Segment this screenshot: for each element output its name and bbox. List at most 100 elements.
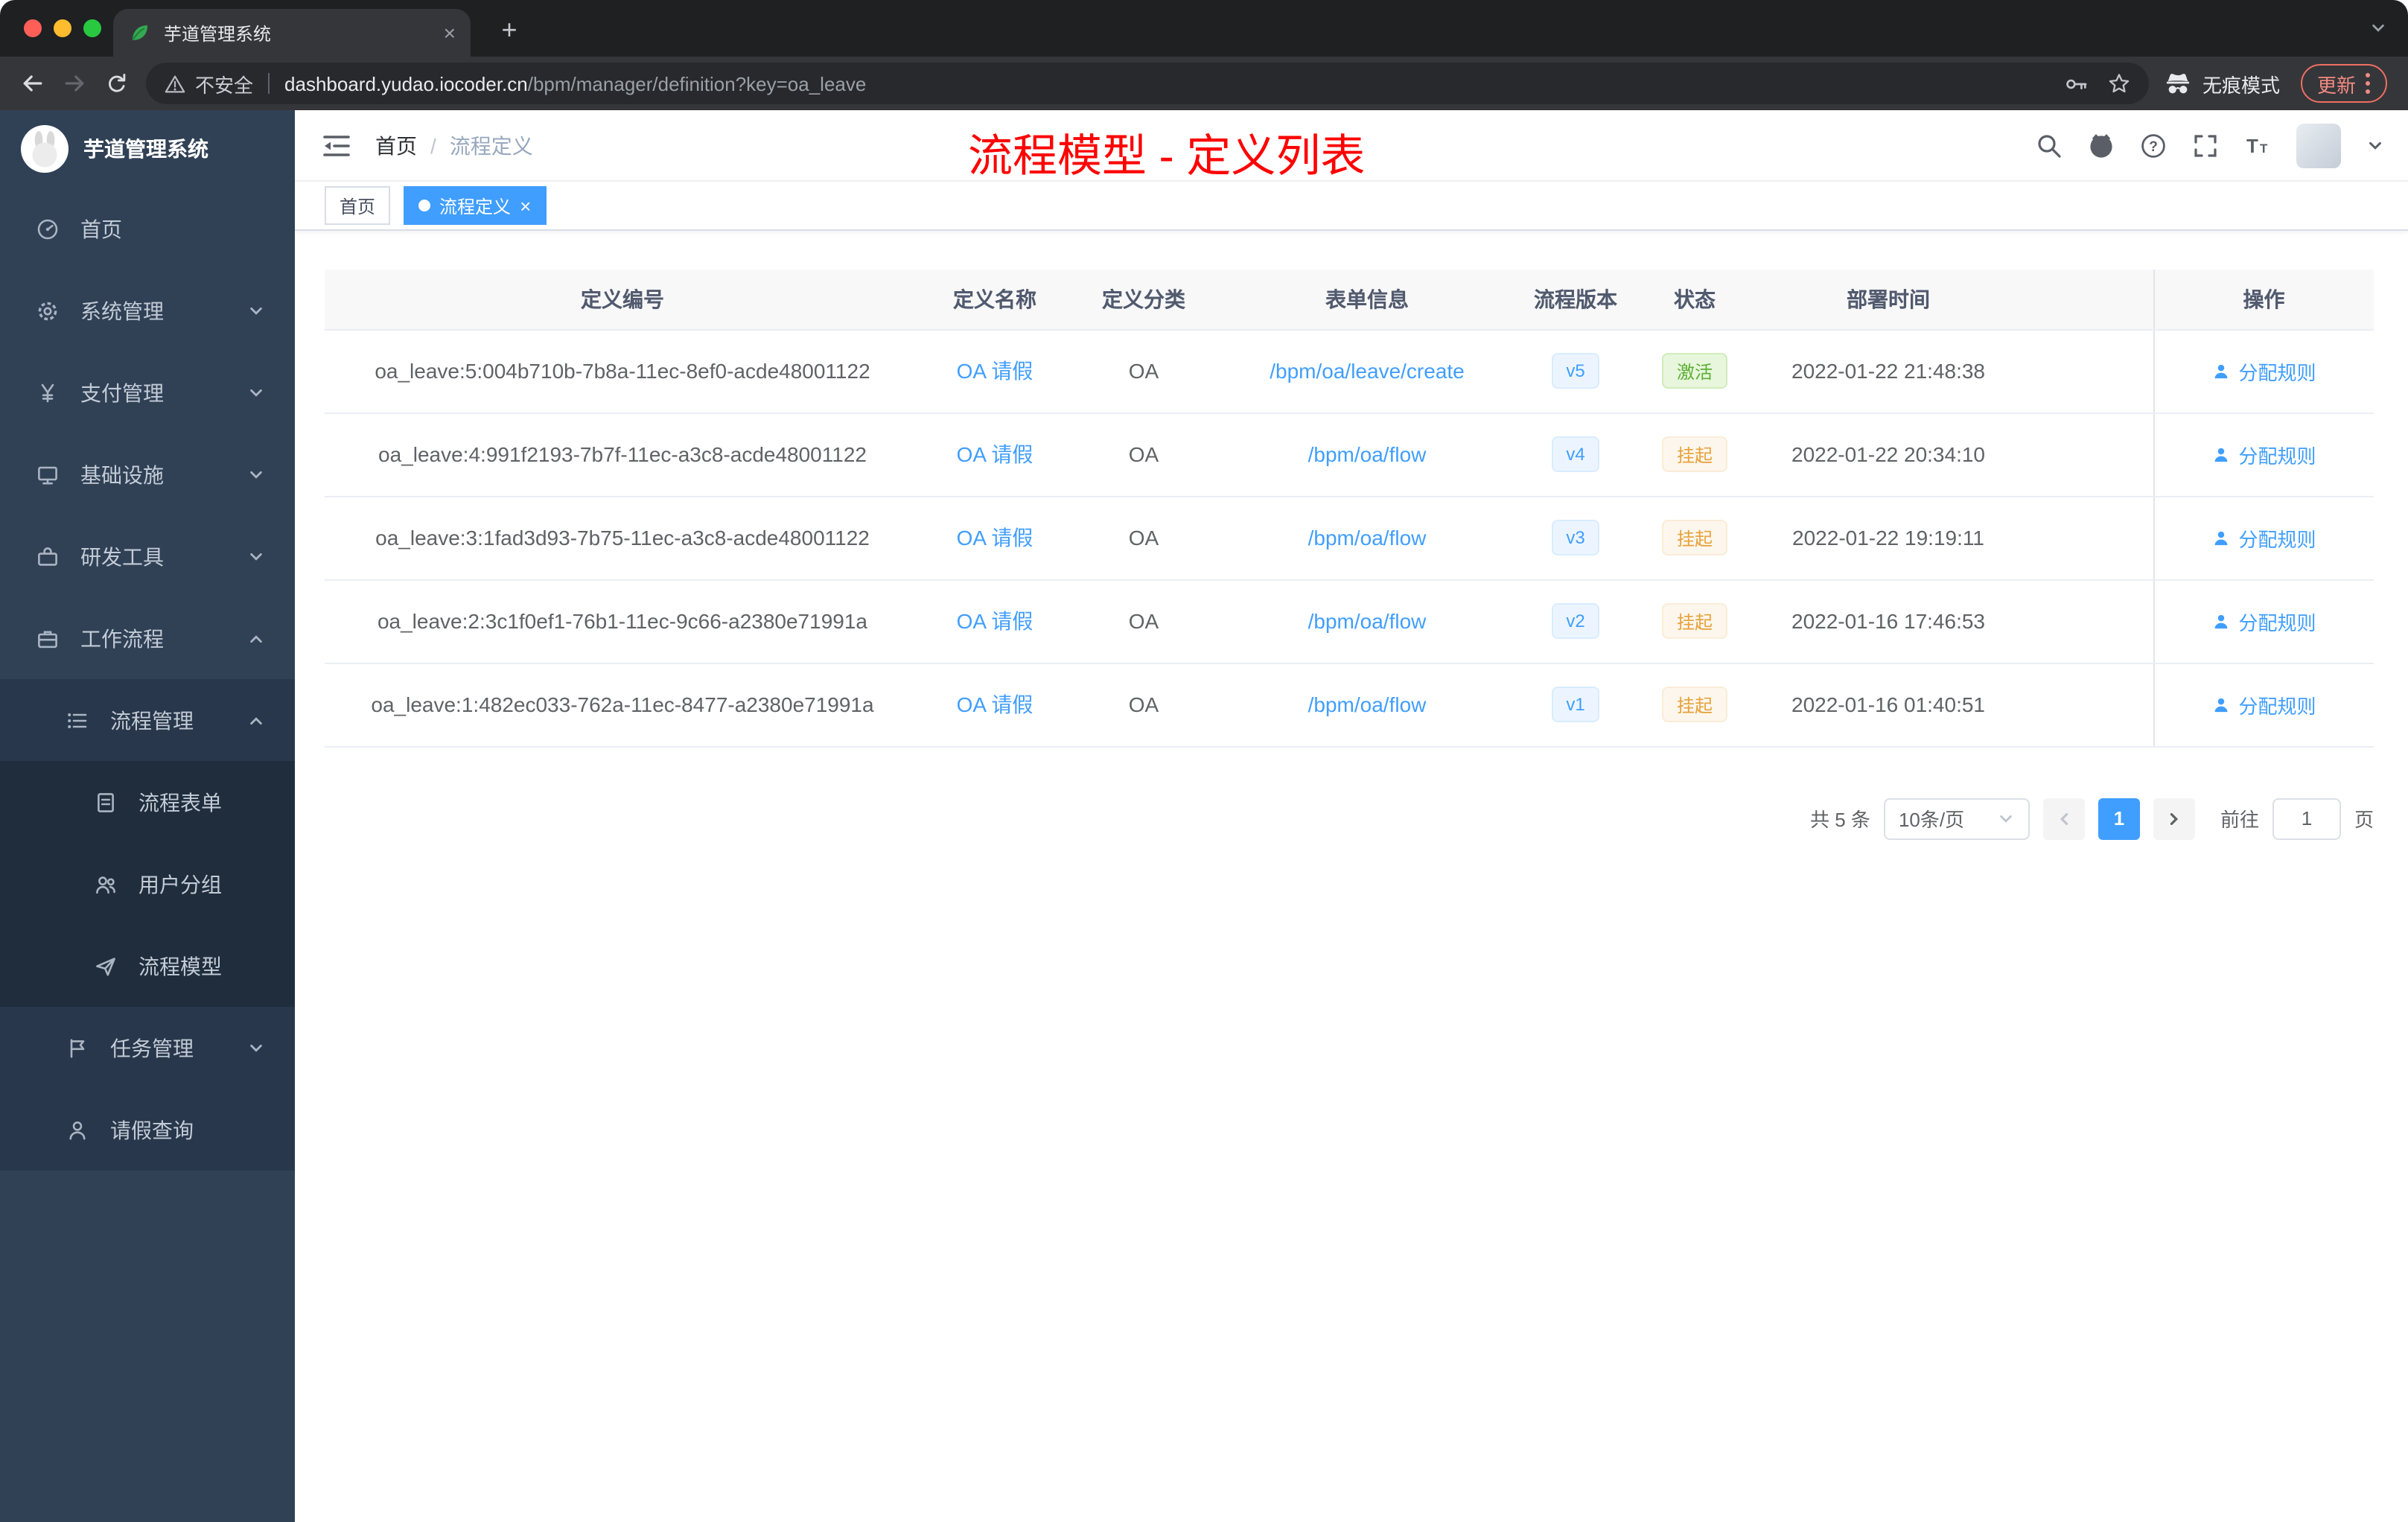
goto-page-input[interactable] [2272, 797, 2341, 839]
sidebar-item-label: 流程管理 [110, 708, 194, 732]
definition-name-link[interactable]: OA 请假 [957, 692, 1033, 716]
cell-deploy-time: 2022-01-16 17:46:53 [1754, 579, 2022, 663]
github-icon[interactable] [2088, 132, 2115, 159]
definition-row: oa_leave:4:991f2193-7b7f-11ec-a3c8-acde4… [325, 413, 2374, 497]
cell-definition-id: oa_leave:4:991f2193-7b7f-11ec-a3c8-acde4… [325, 413, 920, 497]
col-process-version: 流程版本 [1516, 270, 1635, 330]
form-link[interactable]: /bpm/oa/leave/create [1270, 359, 1465, 383]
browser-tab[interactable]: 芋道管理系统 × [113, 9, 471, 57]
page-size-select[interactable]: 10条/页 [1883, 797, 2030, 839]
assign-rule-link[interactable]: 分配规则 [2211, 440, 2316, 468]
col-definition-id: 定义编号 [325, 270, 920, 330]
warning-icon [164, 72, 186, 95]
forward-icon[interactable] [54, 63, 95, 104]
minimize-window-button[interactable] [54, 19, 71, 37]
menu-dots-icon[interactable] [2365, 71, 2371, 95]
sidebar-item-process-model[interactable]: 流程模型 [0, 925, 295, 1007]
cell-deploy-time: 2022-01-22 21:48:38 [1754, 329, 2022, 413]
sidebar-item-dev-tools[interactable]: 研发工具 [0, 515, 295, 597]
sidebar-item-label: 系统管理 [80, 299, 164, 322]
breadcrumb-current: 流程定义 [449, 133, 533, 157]
sidebar-item-leave-query[interactable]: 请假查询 [0, 1089, 295, 1171]
status-tag: 挂起 [1661, 520, 1727, 555]
tag-close-icon[interactable]: × [520, 196, 531, 215]
next-page-button[interactable] [2153, 797, 2195, 839]
search-icon[interactable] [2036, 132, 2063, 159]
password-key-icon[interactable] [2064, 71, 2089, 96]
cell-deploy-time: 2022-01-22 19:19:11 [1754, 496, 2022, 580]
breadcrumb-separator: / [430, 133, 436, 157]
update-label: 更新 [2316, 74, 2356, 96]
version-tag: v3 [1551, 520, 1600, 555]
new-tab-button[interactable]: + [491, 12, 527, 48]
sidebar-item-payment-mgmt[interactable]: 支付管理 [0, 351, 295, 433]
form-link[interactable]: /bpm/oa/flow [1308, 692, 1427, 716]
sidebar-item-process-mgmt[interactable]: 流程管理 [0, 679, 295, 761]
pagination: 共 5 条 10条/页 1 前往 1 页 [325, 797, 2374, 839]
browser-toolbar: 不安全 dashboard.yudao.iocoder.cn/bpm/manag… [0, 57, 2408, 110]
tag-home[interactable]: 首页 [325, 186, 391, 225]
definition-name-link[interactable]: OA 请假 [957, 526, 1033, 550]
zoom-window-button[interactable] [83, 19, 101, 37]
bookmark-star-icon[interactable] [2107, 71, 2131, 95]
font-size-icon[interactable]: TT [2244, 132, 2271, 159]
definition-name-link[interactable]: OA 请假 [957, 442, 1033, 466]
incognito-badge[interactable]: 无痕模式 [2164, 69, 2280, 98]
hamburger-icon[interactable] [322, 132, 351, 159]
sidebar-item-system-mgmt[interactable]: 系统管理 [0, 270, 295, 351]
tag-process-definition[interactable]: 流程定义 × [404, 186, 547, 225]
assign-rule-link[interactable]: 分配规则 [2211, 357, 2316, 385]
window-controls [24, 19, 101, 37]
assign-rule-link[interactable]: 分配规则 [2211, 607, 2316, 635]
reload-icon[interactable] [95, 63, 137, 104]
chevron-down-icon [1997, 809, 2015, 827]
yen-icon [36, 380, 60, 404]
sidebar-item-workflow[interactable]: 工作流程 [0, 597, 295, 679]
logo-avatar [21, 125, 69, 173]
prev-page-button[interactable] [2042, 797, 2085, 839]
send-icon [94, 954, 118, 978]
tab-search-icon[interactable] [2369, 19, 2387, 37]
assign-rule-label: 分配规则 [2238, 445, 2316, 467]
update-button[interactable]: 更新 [2300, 64, 2387, 103]
assign-rule-link[interactable]: 分配规则 [2211, 523, 2316, 552]
definition-name-link[interactable]: OA 请假 [957, 609, 1033, 633]
definition-name-link[interactable]: OA 请假 [957, 359, 1033, 383]
form-link[interactable]: /bpm/oa/flow [1308, 609, 1427, 633]
form-link[interactable]: /bpm/oa/flow [1308, 442, 1427, 466]
cell-definition-id: oa_leave:5:004b710b-7b8a-11ec-8ef0-acde4… [325, 329, 920, 413]
assign-rule-label: 分配规则 [2238, 361, 2316, 383]
incognito-label: 无痕模式 [2202, 74, 2280, 96]
sidebar-item-user-group[interactable]: 用户分组 [0, 843, 295, 925]
version-tag: v1 [1551, 687, 1600, 722]
page-unit-label: 页 [2354, 809, 2374, 831]
goto-label: 前往 [2220, 809, 2259, 831]
person-icon [2215, 363, 2228, 378]
monitor-icon [36, 462, 60, 486]
cell-filler [2022, 413, 2153, 497]
security-label: 不安全 [195, 74, 254, 96]
sidebar-logo: 芋道管理系统 [0, 110, 295, 188]
user-avatar[interactable] [2296, 123, 2341, 168]
assign-rule-link[interactable]: 分配规则 [2211, 690, 2316, 719]
breadcrumb-home[interactable]: 首页 [375, 130, 417, 160]
person-icon [2215, 447, 2228, 462]
address-bar[interactable]: 不安全 dashboard.yudao.iocoder.cn/bpm/manag… [146, 63, 2149, 104]
fullscreen-icon[interactable] [2192, 132, 2219, 159]
close-window-button[interactable] [24, 19, 42, 37]
avatar-caret-icon[interactable] [2366, 136, 2384, 154]
help-icon[interactable]: ? [2140, 132, 2167, 159]
sidebar-item-task-mgmt[interactable]: 任务管理 [0, 1007, 295, 1089]
app-header: 首页 / 流程定义 流程模型 - 定义列表 ? T T [295, 110, 2408, 182]
form-link[interactable]: /bpm/oa/flow [1308, 526, 1427, 550]
sidebar-item-home[interactable]: 首页 [0, 188, 295, 270]
page-content: 定义编号 定义名称 定义分类 表单信息 流程版本 状态 部署时间 操作 oa_l… [295, 231, 2408, 1522]
sidebar-item-process-form[interactable]: 流程表单 [0, 761, 295, 843]
tab-close-icon[interactable]: × [444, 22, 456, 43]
sidebar-item-infrastructure[interactable]: 基础设施 [0, 433, 295, 515]
cell-definition-id: oa_leave:3:1fad3d93-7b75-11ec-a3c8-acde4… [325, 496, 920, 580]
page-1-button[interactable]: 1 [2098, 797, 2140, 839]
tag-label: 首页 [340, 196, 376, 217]
page-size-value: 10条/页 [1898, 809, 1965, 831]
back-icon[interactable] [12, 63, 54, 104]
